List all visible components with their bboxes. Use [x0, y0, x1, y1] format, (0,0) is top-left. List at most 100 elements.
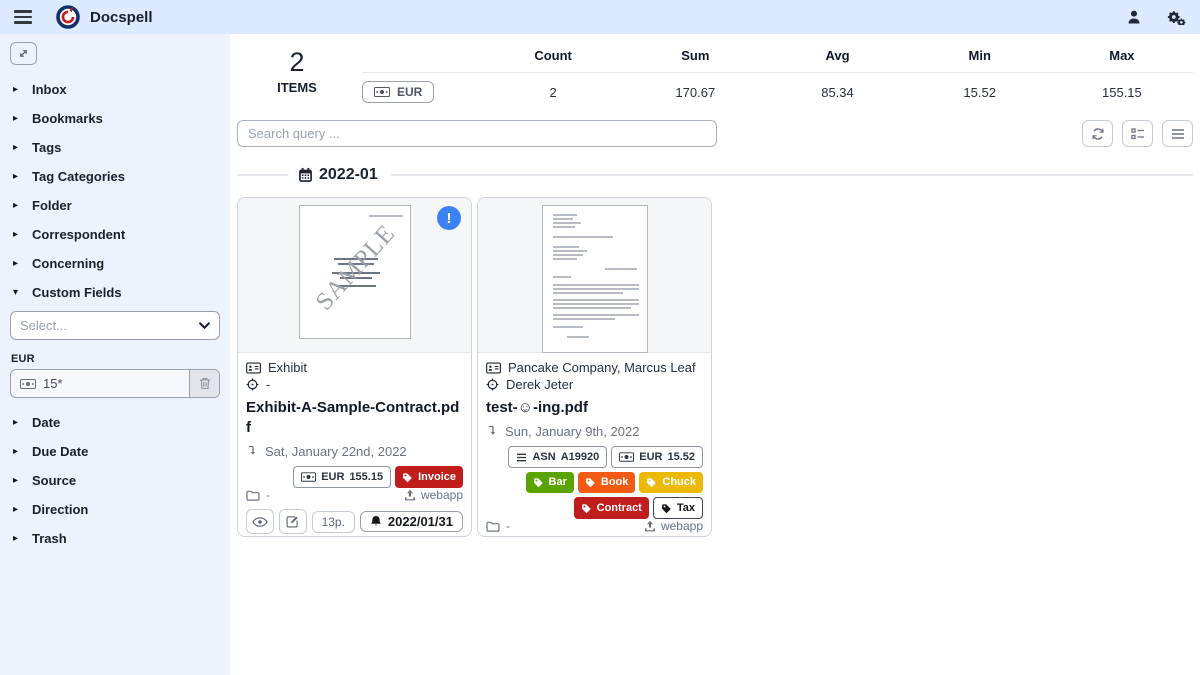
- list-view-button[interactable]: [1162, 120, 1193, 147]
- custom-field-select[interactable]: Select...: [10, 311, 220, 340]
- caret-right-icon: ▸: [13, 533, 32, 544]
- sidebar-item-custom-fields[interactable]: ▾Custom Fields: [0, 278, 230, 307]
- filter-sidebar: ▸Inbox ▸Bookmarks ▸Tags ▸Tag Categories …: [0, 34, 230, 675]
- caret-right-icon: ▸: [13, 258, 32, 269]
- sidebar-item-inbox[interactable]: ▸Inbox: [0, 75, 230, 104]
- search-bar: [237, 120, 1193, 147]
- col-min: Min: [909, 44, 1051, 73]
- amount-badge: EUR 15.52: [611, 446, 703, 469]
- select-placeholder: Select...: [20, 318, 67, 333]
- arrow-down-icon: [486, 425, 497, 437]
- item-cards: SAMPLE ! Exhib: [237, 197, 1193, 537]
- user-icon[interactable]: [1126, 9, 1142, 25]
- folder-icon: [246, 490, 260, 501]
- caret-right-icon: ▸: [13, 84, 32, 95]
- col-count: Count: [482, 44, 624, 73]
- bell-icon: [370, 515, 382, 528]
- chevron-down-icon: [199, 322, 210, 329]
- search-input[interactable]: [237, 120, 717, 147]
- crosshair-icon: [246, 378, 259, 391]
- badge-row: ASN A19920 EUR 15.52 Bar: [486, 446, 703, 520]
- item-name[interactable]: Exhibit-A-Sample-Contract.pdf: [246, 398, 463, 438]
- edit-button[interactable]: [279, 509, 307, 534]
- sidebar-item-tags[interactable]: ▸Tags: [0, 133, 230, 162]
- item-date-line: Sun, January 9th, 2022: [486, 424, 703, 439]
- sidebar-item-concerning[interactable]: ▸Concerning: [0, 249, 230, 278]
- tag-badge[interactable]: Bar: [526, 472, 574, 493]
- caret-right-icon: ▸: [13, 446, 32, 457]
- menu-icon[interactable]: [14, 10, 32, 24]
- caret-right-icon: ▸: [13, 417, 32, 428]
- caret-right-icon: ▸: [13, 171, 32, 182]
- money-bill-icon: [20, 379, 36, 389]
- stat-max: 155.15: [1051, 73, 1193, 103]
- currency-filter-button[interactable]: EUR: [362, 81, 434, 103]
- page-count-badge: 13p.: [312, 511, 355, 533]
- preview-eye-button[interactable]: [246, 509, 274, 534]
- tag-badge[interactable]: Book: [578, 472, 636, 493]
- sidebar-sections: ▸Inbox ▸Bookmarks ▸Tags ▸Tag Categories …: [0, 75, 230, 553]
- currency-stats-table: Count Sum Avg Min Max EUR 2 170.67 85.34…: [362, 44, 1193, 103]
- folder-source-row: - webapp: [486, 519, 703, 533]
- select-mode-button[interactable]: [1122, 120, 1153, 147]
- custom-field-input-group: [10, 369, 220, 398]
- address-card-icon: [486, 362, 501, 374]
- asn-badge: ASN A19920: [508, 446, 607, 469]
- refresh-button[interactable]: [1082, 120, 1113, 147]
- app-title: Docspell: [90, 9, 153, 26]
- summary-stats: 2 ITEMS Count Sum Avg Min Max EUR 2 170.…: [237, 44, 1193, 103]
- item-card[interactable]: Pancake Company, Marcus Leaf Derek Jeter…: [477, 197, 712, 537]
- concerning-line[interactable]: Derek Jeter: [486, 376, 703, 393]
- sidebar-item-bookmarks[interactable]: ▸Bookmarks: [0, 104, 230, 133]
- caret-right-icon: ▸: [13, 229, 32, 240]
- item-name[interactable]: test-☺-ing.pdf: [486, 398, 703, 418]
- month-group-header: 2022-01: [237, 165, 1193, 185]
- folder-icon: [486, 521, 500, 532]
- tag-badge[interactable]: Invoice: [395, 466, 463, 489]
- badge-row: EUR 155.15 Invoice: [246, 466, 463, 489]
- sidebar-item-tag-categories[interactable]: ▸Tag Categories: [0, 162, 230, 191]
- upload-icon: [644, 520, 656, 532]
- info-icon[interactable]: !: [437, 206, 461, 230]
- stat-count: 2: [482, 73, 624, 103]
- concerning-line[interactable]: -: [246, 376, 463, 393]
- source-value: webapp: [421, 488, 463, 502]
- sidebar-item-date[interactable]: ▸Date: [0, 408, 230, 437]
- money-bill-icon: [374, 87, 390, 97]
- correspondent-line[interactable]: Exhibit: [246, 359, 463, 376]
- col-avg: Avg: [766, 44, 908, 73]
- sidebar-item-source[interactable]: ▸Source: [0, 466, 230, 495]
- tag-badge[interactable]: Chuck: [639, 472, 703, 493]
- custom-field-label: EUR: [11, 353, 220, 365]
- due-date-badge: 2022/01/31: [360, 511, 463, 532]
- tag-badge[interactable]: Contract: [574, 497, 649, 520]
- sidebar-item-correspondent[interactable]: ▸Correspondent: [0, 220, 230, 249]
- amount-badge: EUR 155.15: [293, 466, 391, 489]
- sidebar-item-direction[interactable]: ▸Direction: [0, 495, 230, 524]
- tag-badge[interactable]: Tax: [653, 497, 703, 520]
- folder-value: -: [506, 519, 510, 533]
- caret-right-icon: ▸: [13, 113, 32, 124]
- stat-min: 15.52: [909, 73, 1051, 103]
- upload-icon: [404, 489, 416, 501]
- sidebar-item-trash[interactable]: ▸Trash: [0, 524, 230, 553]
- caret-right-icon: ▸: [13, 200, 32, 211]
- trash-icon[interactable]: [189, 370, 219, 397]
- expand-all-icon[interactable]: [10, 42, 37, 65]
- top-navbar: Docspell: [0, 0, 1200, 34]
- correspondent-line[interactable]: Pancake Company, Marcus Leaf: [486, 359, 703, 376]
- main-content: 2 ITEMS Count Sum Avg Min Max EUR 2 170.…: [230, 34, 1200, 675]
- stat-sum: 170.67: [624, 73, 766, 103]
- gears-icon[interactable]: [1166, 9, 1186, 25]
- item-card[interactable]: SAMPLE ! Exhib: [237, 197, 472, 537]
- sample-watermark: SAMPLE: [309, 219, 402, 318]
- sidebar-item-due-date[interactable]: ▸Due Date: [0, 437, 230, 466]
- crosshair-icon: [486, 378, 499, 391]
- arrow-down-icon: [246, 445, 257, 457]
- sidebar-item-folder[interactable]: ▸Folder: [0, 191, 230, 220]
- address-card-icon: [246, 362, 261, 374]
- item-date-line: Sat, January 22nd, 2022: [246, 444, 463, 459]
- custom-field-value-input[interactable]: [43, 376, 163, 391]
- folder-value: -: [266, 488, 270, 502]
- source-value: webapp: [661, 519, 703, 533]
